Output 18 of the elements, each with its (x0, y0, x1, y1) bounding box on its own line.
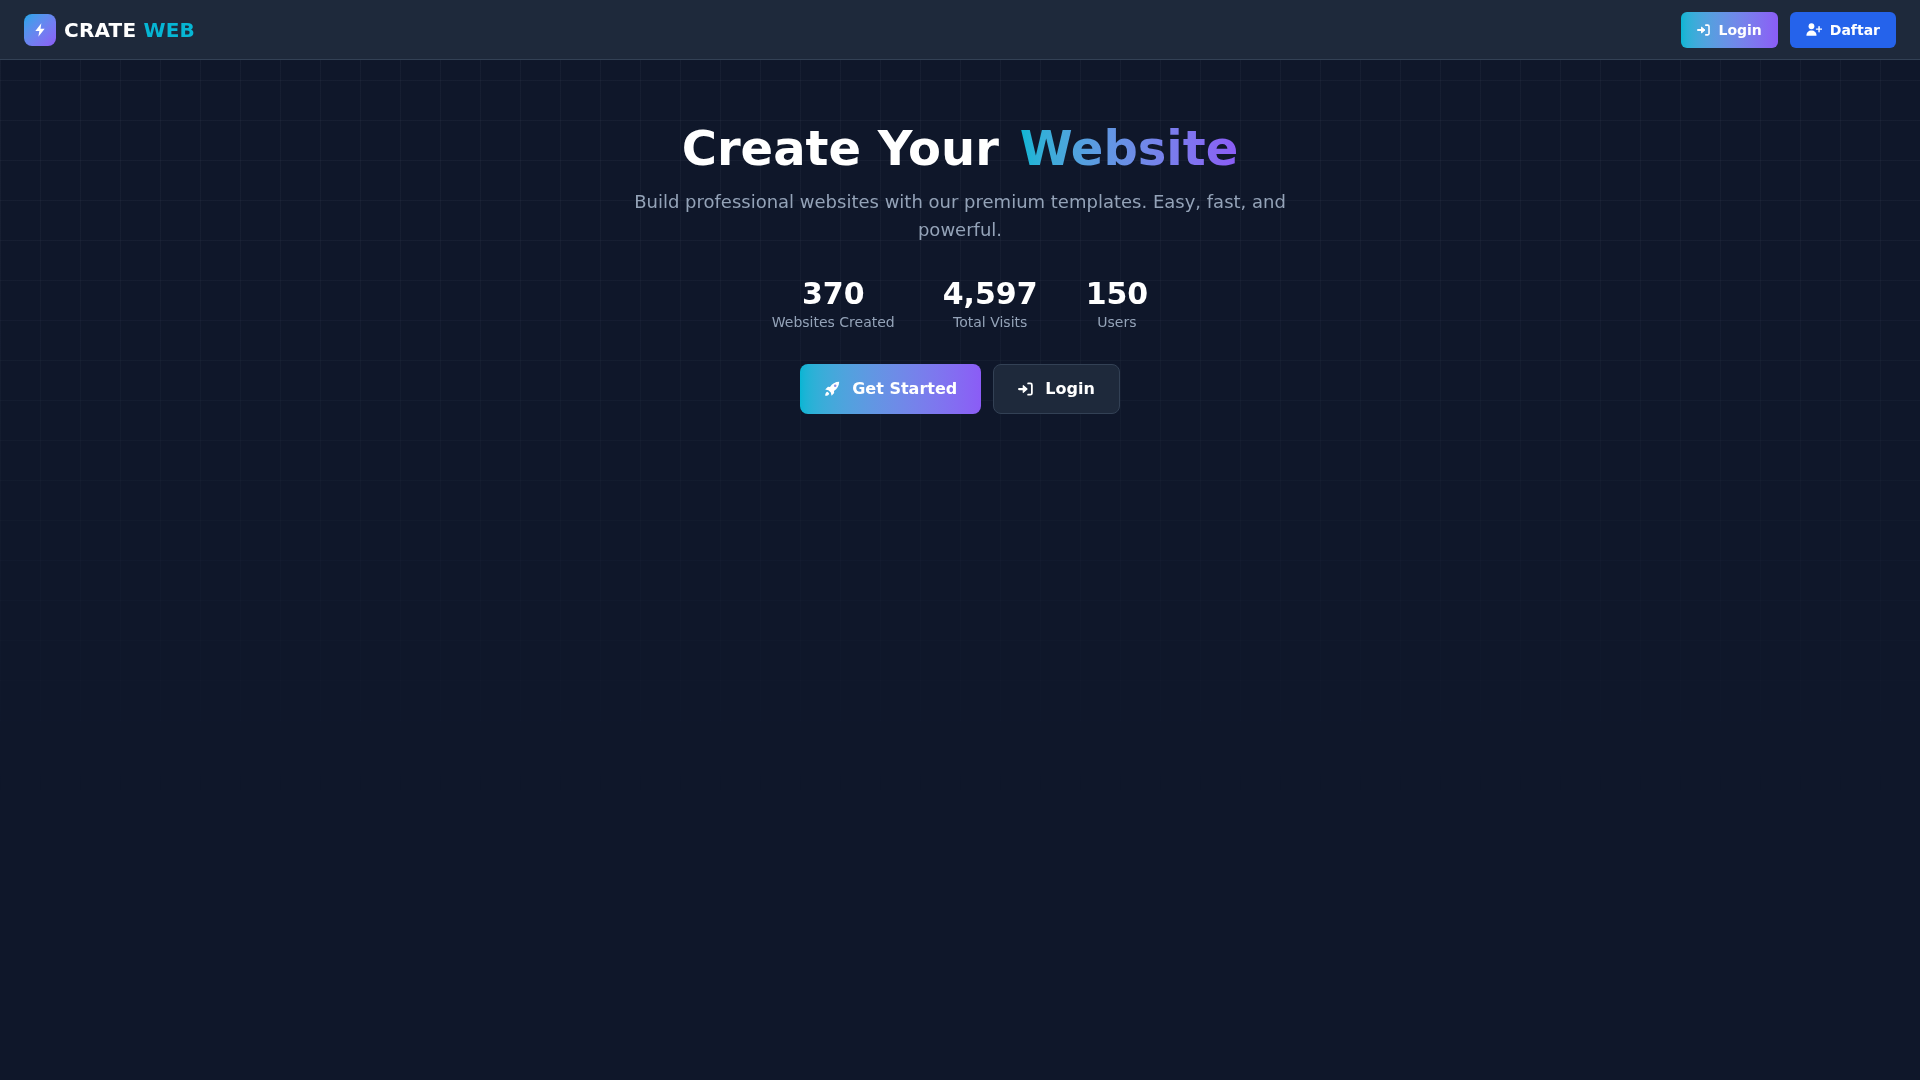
hero-subtitle: Build professional websites with our premium templates. Easy, fast, and powerful. (633, 190, 1287, 242)
sign-in-icon (1018, 382, 1034, 396)
stat-value: 150 (1085, 276, 1149, 312)
hero-title: Create Your Website (681, 124, 1239, 172)
logo-text: CRATE WEB (64, 16, 196, 44)
login-button[interactable]: Login (1681, 11, 1778, 48)
login-button[interactable]: Login (993, 364, 1120, 414)
stat-label: Users (1097, 313, 1137, 332)
register-button[interactable]: Daftar (1789, 11, 1896, 48)
sign-in-icon (1697, 23, 1711, 36)
add-user-icon (1805, 23, 1822, 36)
stat-value: 370 (801, 276, 865, 312)
stat-value: 4,597 (942, 276, 1038, 312)
lightning-bolt-icon (24, 13, 56, 46)
stat-label: Total Visits (953, 313, 1028, 332)
get-started-button[interactable]: Get Started (800, 364, 982, 414)
rocket-icon (824, 381, 841, 397)
stat-label: Websites Created (771, 313, 895, 332)
